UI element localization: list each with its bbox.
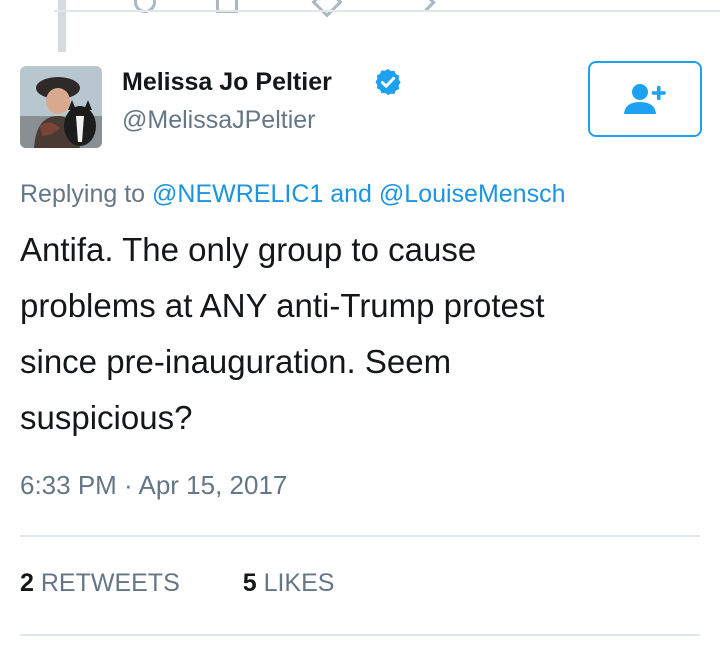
author-display-name[interactable]: Melissa Jo Peltier xyxy=(122,68,332,97)
top-divider xyxy=(54,10,720,12)
likes-stat[interactable]: 5 LIKES xyxy=(243,569,335,598)
reply-context-connector: and xyxy=(330,180,372,208)
likes-label: LIKES xyxy=(263,569,335,597)
author-handle[interactable]: @MelissaJPeltier xyxy=(122,106,315,135)
stats-top-divider xyxy=(20,535,700,537)
previous-tweet-actions xyxy=(120,0,450,18)
thread-connector-line xyxy=(58,0,66,52)
reply-context: Replying to @NEWRELIC1 and @LouiseMensch xyxy=(20,180,566,209)
tweet-stats: 2 RETWEETS 5 LIKES xyxy=(20,569,390,598)
stats-bottom-divider xyxy=(20,634,700,636)
likes-count: 5 xyxy=(242,569,257,597)
tweet-timestamp[interactable]: 6:33 PM · Apr 15, 2017 xyxy=(20,470,287,501)
tweet-text: Antifa. The only group to cause problems… xyxy=(20,231,545,436)
retweets-stat[interactable]: 2 RETWEETS xyxy=(20,569,180,598)
retweets-count: 2 xyxy=(20,569,34,597)
follow-button[interactable] xyxy=(588,61,702,137)
mention-link-newrelic1[interactable]: @NEWRELIC1 xyxy=(152,180,323,208)
profile-photo xyxy=(20,66,102,148)
retweets-label: RETWEETS xyxy=(40,569,180,597)
verified-badge-icon xyxy=(375,68,401,96)
avatar[interactable] xyxy=(20,66,102,148)
reply-context-prefix: Replying to xyxy=(20,180,146,208)
add-user-icon xyxy=(624,84,666,114)
like-icon[interactable] xyxy=(311,0,343,18)
mention-link-louisemensch[interactable]: @LouiseMensch xyxy=(379,180,566,208)
